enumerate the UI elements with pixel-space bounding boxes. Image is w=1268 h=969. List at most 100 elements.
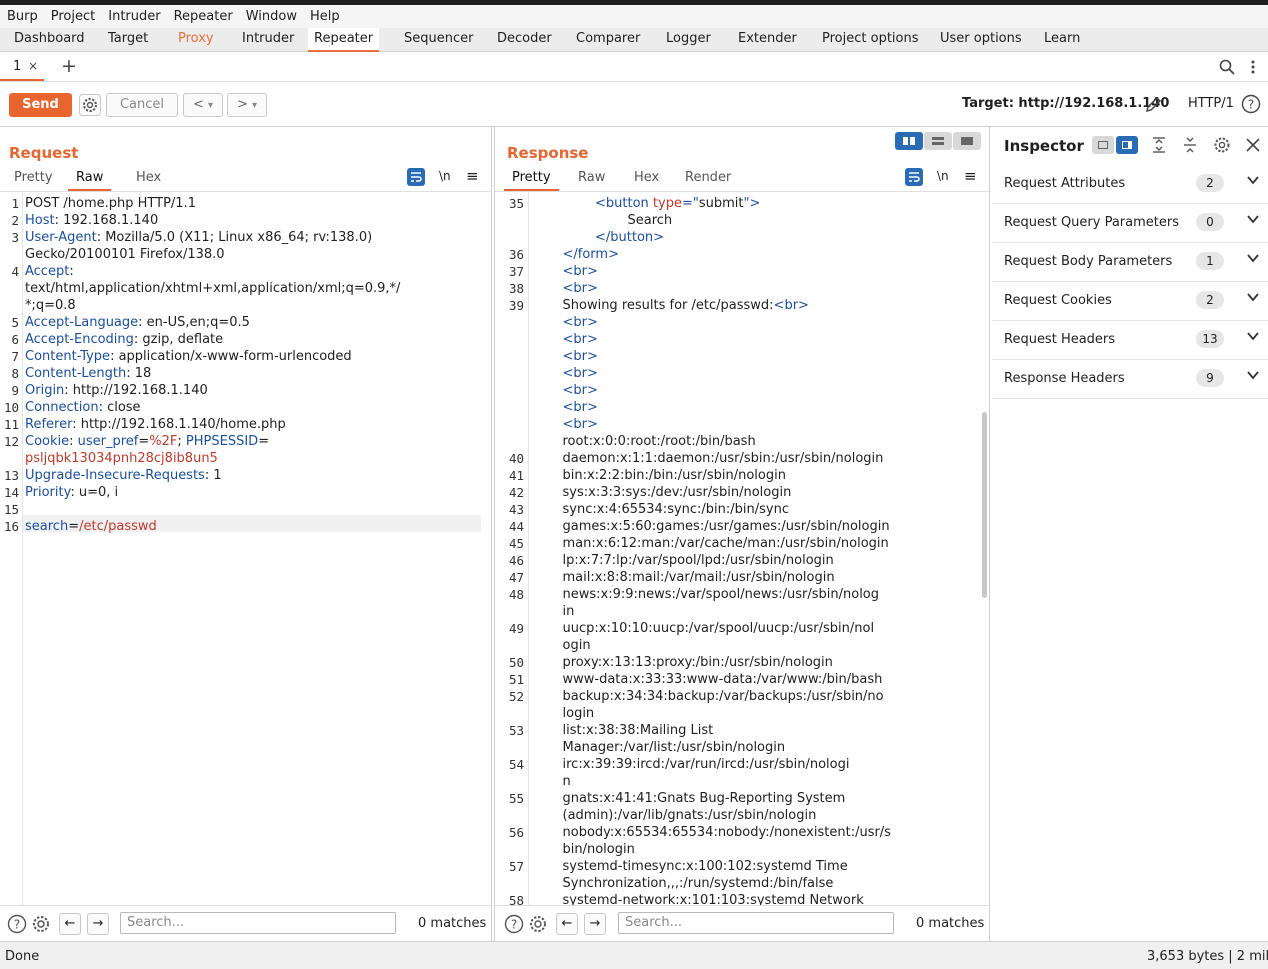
chevron-down-icon[interactable] (1247, 330, 1259, 342)
back-dropdown-icon: ▾ (208, 100, 214, 111)
tab-sequencer[interactable]: Sequencer (398, 28, 479, 52)
response-scrollbar-thumb[interactable] (982, 412, 987, 598)
inspector-row-request-query-parameters[interactable]: Request Query Parameters 0 (992, 204, 1268, 243)
tab-user-options[interactable]: User options (934, 28, 1028, 52)
code-line: systemd-timesync:x:100:102:systemd Time (563, 858, 848, 875)
tab-target[interactable]: Target (102, 28, 154, 52)
chevron-down-icon[interactable] (1247, 369, 1259, 381)
layout-top-bottom-icon[interactable] (924, 132, 952, 150)
hamburger-menu-icon[interactable]: ≡ (466, 167, 479, 185)
inspector-title: Inspector (1004, 137, 1084, 155)
tab-proxy[interactable]: Proxy (172, 28, 220, 52)
response-tab-raw[interactable]: Raw (570, 170, 613, 191)
forward-button[interactable]: > ▾ (227, 93, 267, 117)
tab-learn[interactable]: Learn (1038, 28, 1086, 52)
tab-project-options[interactable]: Project options (816, 28, 925, 52)
close-tab-icon[interactable]: × (28, 59, 38, 73)
code-token: Showing results for /etc/passwd: (562, 298, 774, 313)
send-button[interactable]: Send (9, 93, 72, 117)
code-line: Synchronization,,,:/run/systemd:/bin/fal… (563, 875, 834, 892)
edit-target-pencil-icon[interactable] (1145, 95, 1163, 113)
code-token: : close (98, 400, 141, 415)
search-icon[interactable] (1219, 59, 1235, 75)
tab-comparer[interactable]: Comparer (570, 28, 646, 52)
collapse-all-icon[interactable] (1182, 136, 1198, 154)
tab-dashboard[interactable]: Dashboard (8, 28, 91, 52)
help-icon[interactable]: ? (504, 914, 524, 934)
word-wrap-icon[interactable] (905, 168, 923, 186)
search-settings-gear-icon[interactable] (528, 914, 548, 934)
response-editor[interactable]: 35 <button type="submit"> Search </button> 3… (495, 191, 991, 905)
code-line: Connection: close (25, 399, 141, 416)
code-line: <br> (563, 348, 598, 365)
previous-match-button[interactable]: ← (556, 913, 578, 935)
request-tab-pretty[interactable]: Pretty (6, 170, 61, 191)
response-tab-hex[interactable]: Hex (626, 170, 667, 191)
menu-window[interactable]: Window (246, 9, 297, 24)
chevron-down-icon[interactable] (1247, 174, 1259, 186)
code-token: list:x:38:38:Mailing List (562, 723, 714, 738)
menu-project[interactable]: Project (51, 9, 95, 24)
inspector-row-label: Response Headers (1004, 371, 1125, 386)
show-newlines-icon[interactable]: \n (937, 169, 949, 183)
word-wrap-icon[interactable] (407, 168, 425, 186)
expand-all-icon[interactable] (1151, 136, 1167, 154)
search-settings-gear-icon[interactable] (31, 914, 51, 934)
help-icon[interactable]: ? (1241, 94, 1261, 114)
response-tab-render[interactable]: Render (677, 170, 739, 191)
cancel-button[interactable]: Cancel (106, 93, 178, 117)
layout-side-by-side-icon[interactable] (895, 132, 923, 150)
request-editor[interactable]: 1 POST /home.php HTTP/1.1 2 Host: 192.168.1… (0, 191, 492, 906)
request-search-input[interactable]: Search... (120, 912, 396, 934)
tab-decoder[interactable]: Decoder (491, 28, 558, 52)
inspector-settings-gear-icon[interactable] (1213, 136, 1231, 154)
add-tab-icon[interactable]: + (61, 55, 77, 77)
request-search-bar: ? ← → Search... 0 matches (0, 905, 491, 941)
inspector-layout-left-icon[interactable] (1092, 136, 1114, 154)
tab-intruder[interactable]: Intruder (236, 28, 300, 52)
inspector-layout-right-icon[interactable] (1116, 136, 1138, 154)
next-match-button[interactable]: → (87, 913, 109, 935)
code-token: <br> (562, 281, 598, 296)
inspector-row-response-headers[interactable]: Response Headers 9 (992, 360, 1268, 399)
line-number: 47 (508, 570, 524, 585)
inspector-row-request-cookies[interactable]: Request Cookies 2 (992, 282, 1268, 321)
more-options-icon[interactable] (1249, 59, 1257, 75)
line-number: 48 (508, 587, 524, 602)
inspector-row-label: Request Body Parameters (1004, 254, 1173, 269)
menu-intruder[interactable]: Intruder (108, 9, 160, 24)
close-inspector-icon[interactable] (1246, 138, 1260, 152)
back-button[interactable]: < ▾ (183, 93, 223, 117)
chevron-down-icon[interactable] (1247, 213, 1259, 225)
menu-burp[interactable]: Burp (7, 9, 38, 24)
previous-match-button[interactable]: ← (59, 913, 81, 935)
line-number: 58 (508, 893, 524, 905)
response-search-input[interactable]: Search... (618, 912, 894, 934)
code-token: login (562, 706, 595, 721)
code-token: user_pref (77, 434, 139, 449)
next-match-button[interactable]: → (584, 913, 606, 935)
tab-logger[interactable]: Logger (660, 28, 717, 52)
http-version-selector[interactable]: HTTP/1 (1188, 96, 1234, 111)
tab-repeater[interactable]: Repeater (308, 28, 380, 52)
chevron-down-icon[interactable] (1247, 252, 1259, 264)
line-number: 41 (508, 468, 524, 483)
menu-help[interactable]: Help (310, 9, 340, 24)
inspector-row-request-headers[interactable]: Request Headers 13 (992, 321, 1268, 360)
menu-repeater[interactable]: Repeater (174, 9, 233, 24)
chevron-down-icon[interactable] (1247, 291, 1259, 303)
help-icon[interactable]: ? (7, 914, 27, 934)
hamburger-menu-icon[interactable]: ≡ (964, 167, 977, 185)
request-tab-hex[interactable]: Hex (128, 170, 169, 191)
inspector-row-request-attributes[interactable]: Request Attributes 2 (992, 165, 1268, 204)
layout-tabs-icon[interactable] (953, 132, 981, 150)
show-newlines-icon[interactable]: \n (439, 169, 451, 183)
request-tab-raw[interactable]: Raw (68, 170, 112, 191)
code-line: systemd-network:x:101:103:systemd Networ… (563, 892, 864, 905)
inspector-row-request-body-parameters[interactable]: Request Body Parameters 1 (992, 243, 1268, 282)
tab-extender[interactable]: Extender (732, 28, 803, 52)
code-line: </form> (563, 246, 619, 263)
repeater-tab-1[interactable]: 1 × (0, 52, 44, 81)
response-tab-pretty[interactable]: Pretty (504, 170, 559, 191)
settings-gear-icon[interactable] (79, 94, 101, 116)
